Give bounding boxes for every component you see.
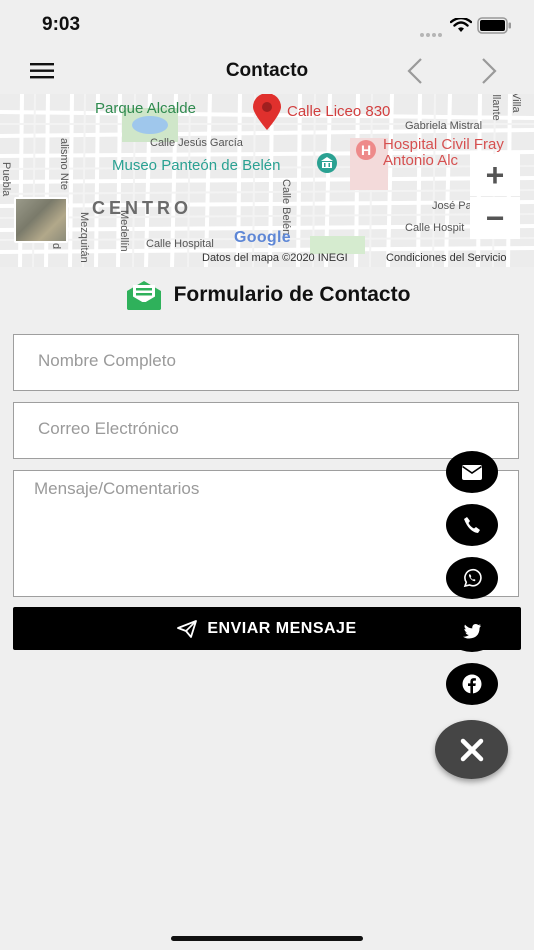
twitter-fab[interactable] [446,610,498,652]
form-header: Formulario de Contacto [0,278,534,312]
send-label: ENVIAR MENSAJE [207,619,357,637]
name-input[interactable]: Nombre Completo [13,334,519,391]
close-icon [460,738,483,761]
message-textarea[interactable]: Mensaje/Comentarios [13,470,519,597]
whatsapp-icon [463,568,482,588]
map-label-plante: illante [490,94,502,121]
facebook-fab[interactable] [446,663,498,705]
map-label-hospital-right: Calle Hospit [405,222,465,234]
signal-dots-icon [420,24,444,37]
nav-bar: Contacto [0,48,534,94]
map-credit-terms[interactable]: Condiciones del Servicio [386,252,506,264]
email-fab[interactable] [446,451,498,493]
map-label-gabriela: Gabriela Mistral [405,120,483,132]
map-label-jesus-garcia: Calle Jesús García [150,137,243,149]
satellite-toggle-thumbnail[interactable] [14,197,68,243]
message-placeholder: Mensaje/Comentarios [34,479,200,498]
forward-chevron-icon[interactable] [478,56,500,86]
email-placeholder: Correo Electrónico [38,419,179,438]
facebook-icon [462,674,482,694]
map-label-mezquitan: Mezquitán [78,212,90,263]
map-credit-data: Datos del mapa ©2020 INEGI [202,252,348,264]
send-message-button[interactable]: ENVIAR MENSAJE [13,607,521,650]
email-input[interactable]: Correo Electrónico [13,402,519,459]
wifi-icon [450,18,472,32]
google-logo: Google [234,229,291,246]
map-label-address: Calle Liceo 830 [287,103,391,120]
map-label-museum: Museo Panteón de Belén [112,157,281,174]
map-label-centro: CENTRO [92,198,192,218]
phone-fab[interactable] [446,504,498,546]
whatsapp-fab[interactable] [446,557,498,599]
map-label-belen: Calle Belén [280,179,292,236]
zoom-in-button[interactable]: + [470,154,520,196]
twitter-icon [463,623,481,639]
battery-icon [477,17,511,34]
phone-icon [464,517,480,533]
paper-plane-icon [177,619,198,638]
map-label-calle-hospital: Calle Hospital [146,238,214,250]
map-view[interactable]: Parque Alcalde Calle Liceo 830 Gabriela … [0,94,534,267]
map-label-medellin: Medellín [118,210,130,252]
svg-text:H: H [361,142,371,158]
home-indicator[interactable] [171,936,363,941]
map-label-alismo: alismo Nte [58,138,70,190]
map-label-puebla: Puebla [0,162,12,197]
name-placeholder: Nombre Completo [38,351,176,370]
map-label-jose: José Pa [432,200,472,212]
back-chevron-icon[interactable] [404,56,426,86]
page-title: Contacto [225,60,309,81]
close-fab[interactable] [435,720,508,779]
status-time: 9:03 [42,14,81,35]
map-label-park: Parque Alcalde [95,100,196,117]
museum-icon [317,153,337,173]
hospital-icon: H [356,140,376,160]
envelope-open-icon [126,281,161,310]
email-icon [462,464,482,480]
zoom-out-button[interactable]: − [470,197,520,239]
map-label-villa: Villa [510,94,522,113]
map-label-hospital-1: Hospital Civil Fray [383,136,504,153]
status-bar: 9:03 [0,0,534,48]
form-title: Formulario de Contacto [173,283,411,306]
map-pin-icon[interactable] [250,94,284,132]
map-label-hospital-2: Antonio Alc [383,152,459,169]
